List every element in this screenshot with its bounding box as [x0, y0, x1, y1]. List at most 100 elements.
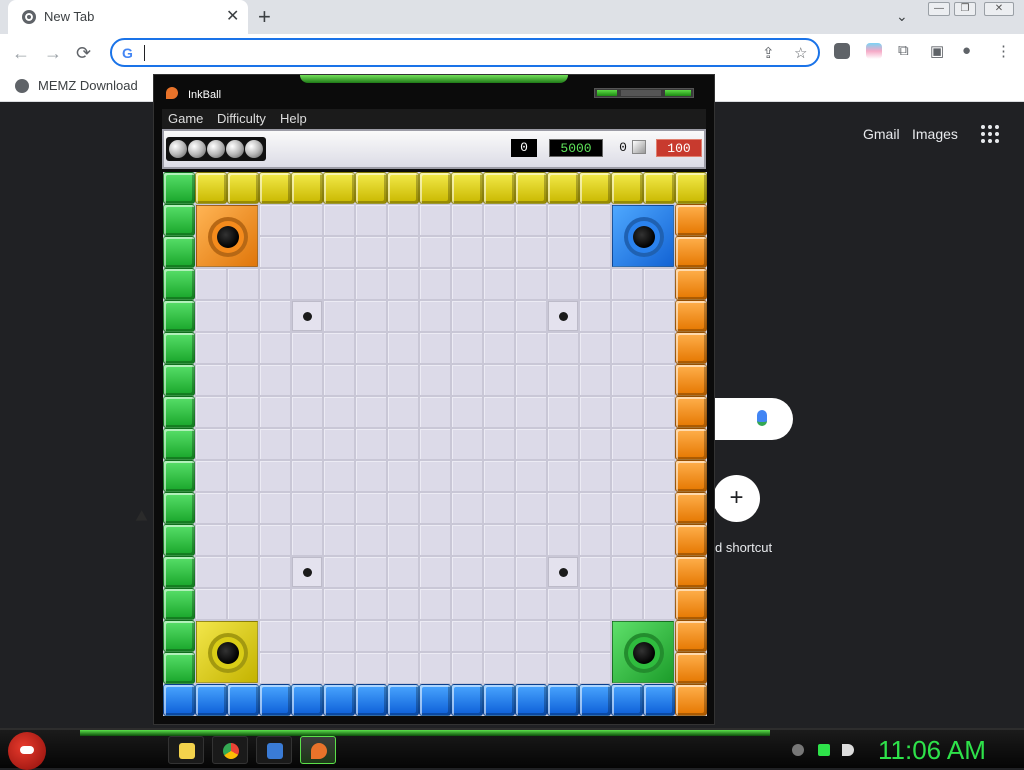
close-window-button[interactable]: ✕: [984, 2, 1014, 16]
extension-flag-icon[interactable]: [866, 43, 882, 59]
floor-tile: [515, 300, 547, 332]
orange-wall-block: [675, 396, 707, 428]
profile-icon[interactable]: ●: [962, 42, 971, 59]
floor-tile: [227, 588, 259, 620]
blue-wall-block: [451, 684, 483, 716]
floor-tile: [387, 556, 419, 588]
floor-tile: [547, 268, 579, 300]
add-shortcut-button[interactable]: +: [713, 475, 760, 522]
orange-wall-block: [675, 524, 707, 556]
orange-wall-block: [675, 236, 707, 268]
yellow-wall-block: [227, 172, 259, 204]
floor-tile: [611, 524, 643, 556]
floor-tile: [419, 492, 451, 524]
google-icon: G: [122, 45, 133, 61]
images-link[interactable]: Images: [912, 126, 958, 142]
green-wall-block: [163, 396, 195, 428]
score-counter: 0: [511, 139, 537, 157]
chrome-taskbar-icon[interactable]: [212, 736, 248, 764]
green-wall-block: [163, 620, 195, 652]
yellow-wall-block: [643, 172, 675, 204]
share-icon[interactable]: ⇪: [762, 44, 775, 62]
google-apps-icon[interactable]: [981, 125, 999, 143]
text-caret: [144, 45, 145, 61]
back-icon[interactable]: ←: [12, 43, 30, 64]
floor-tile: [291, 204, 323, 236]
menu-game[interactable]: Game: [168, 111, 203, 126]
microphone-icon[interactable]: [757, 410, 767, 426]
floor-tile: [387, 332, 419, 364]
yellow-wall-block: [195, 172, 227, 204]
gmail-link[interactable]: Gmail: [863, 126, 900, 142]
floor-tile: [515, 204, 547, 236]
blue-wall-block: [259, 684, 291, 716]
floor-tile: [515, 620, 547, 652]
menu-icon[interactable]: ⋮: [996, 42, 1011, 60]
menu-help[interactable]: Help: [280, 111, 307, 126]
floor-tile: [483, 428, 515, 460]
tab-close-icon[interactable]: ✕: [226, 6, 239, 26]
floor-tile: [355, 652, 387, 684]
floor-tile: [547, 588, 579, 620]
tab-new-tab[interactable]: New Tab ✕: [8, 0, 248, 34]
floor-tile: [643, 300, 675, 332]
floor-tile: [419, 268, 451, 300]
start-button-angry-bird-icon[interactable]: [8, 732, 46, 770]
floor-tile: [483, 268, 515, 300]
floor-tile: [291, 364, 323, 396]
tab-search-icon[interactable]: ⌄: [896, 8, 908, 25]
bookmark-star-icon[interactable]: ☆: [794, 44, 807, 62]
window-controls[interactable]: [594, 88, 694, 98]
tray-monitor-icon[interactable]: [818, 744, 830, 756]
clock[interactable]: 11:06 AM: [878, 735, 986, 766]
menu-difficulty[interactable]: Difficulty: [217, 111, 266, 126]
green-wall-block: [163, 364, 195, 396]
extensions-icon[interactable]: ⧉: [898, 42, 909, 59]
bookmark-memz-download[interactable]: MEMZ Download: [38, 78, 138, 93]
side-panel-icon[interactable]: ▣: [930, 42, 944, 60]
floor-tile: [579, 460, 611, 492]
floor-tile: [259, 620, 291, 652]
green-wall-block: [163, 556, 195, 588]
floor-tile: [419, 588, 451, 620]
floor-tile: [323, 652, 355, 684]
tray-keyboard-icon[interactable]: [792, 744, 804, 756]
restore-button[interactable]: ❐: [954, 2, 976, 16]
target-score: 100: [656, 139, 702, 157]
orange-wall-block: [675, 460, 707, 492]
yellow-wall-block: [259, 172, 291, 204]
ball-remaining-icon: [169, 140, 187, 158]
floor-tile: [643, 332, 675, 364]
floor-tile: [355, 300, 387, 332]
folder-icon[interactable]: [168, 736, 204, 764]
blue-wall-block: [387, 684, 419, 716]
taskbar: 11:06 AM: [0, 728, 1024, 770]
inkball-taskbar-icon[interactable]: [300, 736, 336, 764]
floor-tile: [515, 556, 547, 588]
forward-icon[interactable]: →: [44, 43, 62, 64]
floor-tile: [387, 300, 419, 332]
yellow-wall-block: [483, 172, 515, 204]
floor-tile: [387, 524, 419, 556]
tray-volume-icon[interactable]: [842, 744, 854, 756]
minimize-button[interactable]: —: [928, 2, 950, 16]
blue-wall-block: [611, 684, 643, 716]
floor-tile: [483, 588, 515, 620]
ink-used-counter: 0: [619, 140, 627, 155]
new-tab-button[interactable]: +: [258, 4, 271, 30]
omnibox[interactable]: G ⇪ ☆: [110, 38, 820, 67]
floor-tile: [195, 524, 227, 556]
network-icon[interactable]: [256, 736, 292, 764]
floor-tile: [259, 396, 291, 428]
floor-tile: [547, 620, 579, 652]
green-wall-block: [163, 332, 195, 364]
floor-tile: [579, 620, 611, 652]
floor-tile: [611, 460, 643, 492]
floor-tile: [451, 428, 483, 460]
floor-tile: [547, 236, 579, 268]
floor-tile: [259, 428, 291, 460]
reload-icon[interactable]: ⟳: [76, 43, 91, 64]
ntp-search-box[interactable]: [706, 398, 793, 440]
game-board[interactable]: [163, 172, 707, 716]
ublock-icon[interactable]: [834, 43, 850, 59]
